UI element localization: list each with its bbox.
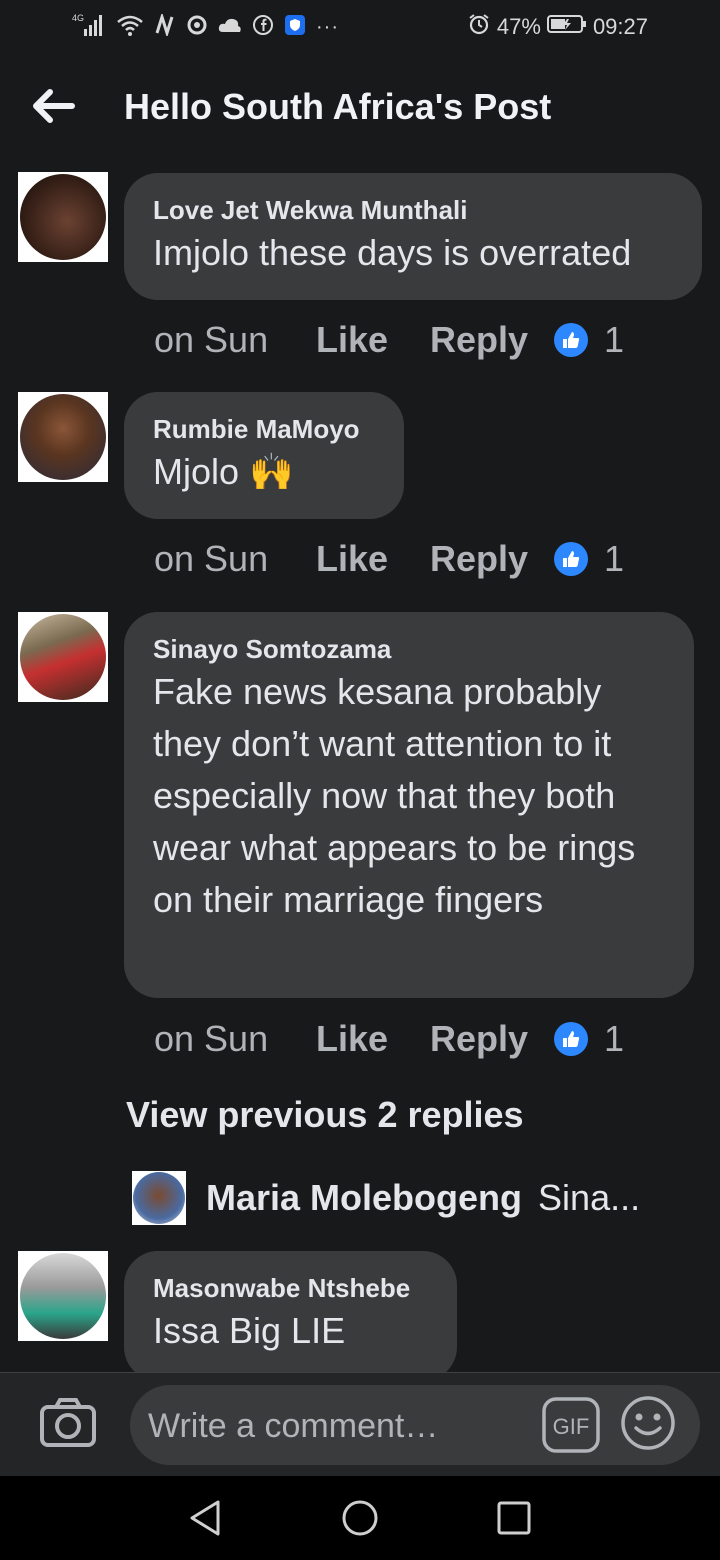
reaction-count[interactable]: 1 <box>604 319 624 361</box>
shield-app-icon <box>284 14 306 41</box>
comment-text: Fake news kesana probably they don’t wan… <box>153 671 646 920</box>
signal-icon: 4G <box>72 12 106 43</box>
thumbs-up-icon[interactable] <box>554 1022 588 1056</box>
camera-icon <box>38 1398 98 1453</box>
like-button[interactable]: Like <box>316 1018 430 1060</box>
battery-percent: 47% <box>496 14 541 39</box>
avatar[interactable] <box>18 392 108 482</box>
wifi-icon <box>116 13 144 42</box>
comment-author[interactable]: Rumbie MaMoyo <box>153 412 374 446</box>
emoji-button[interactable] <box>620 1395 676 1451</box>
svg-text:4G: 4G <box>72 13 84 23</box>
status-bar: 4G ··· 47% 09:27 <box>0 0 720 56</box>
battery-icon <box>546 13 587 41</box>
status-left: 4G ··· <box>72 11 339 43</box>
thumbs-up-icon[interactable] <box>554 323 588 357</box>
system-navigation-bar <box>0 1476 720 1560</box>
comment-input[interactable] <box>146 1403 530 1449</box>
avatar[interactable] <box>18 612 108 702</box>
thumbs-up-icon[interactable] <box>554 542 588 576</box>
reply-author[interactable]: Maria Molebogeng <box>206 1177 522 1219</box>
gif-button[interactable]: GIF <box>542 1397 600 1453</box>
emoji-icon <box>621 1396 675 1450</box>
comment-text: Mjolo 🙌 <box>153 451 294 492</box>
clock-time: 09:27 <box>592 14 648 39</box>
comment-composer: GIF <box>0 1372 720 1477</box>
reply-preview[interactable]: Maria Molebogeng Sina... <box>132 1170 640 1226</box>
arrow-left-icon <box>30 89 78 130</box>
view-previous-replies[interactable]: View previous 2 replies <box>126 1094 524 1136</box>
reply-snippet: Sina... <box>538 1177 641 1218</box>
triangle-back-icon <box>190 1500 220 1536</box>
facebook-icon <box>252 14 274 41</box>
comment-author[interactable]: Masonwabe Ntshebe <box>153 1271 427 1305</box>
more-notifications: ··· <box>316 16 339 38</box>
square-recents-icon <box>497 1501 531 1535</box>
back-button[interactable] <box>30 86 78 126</box>
comment-time[interactable]: on Sun <box>154 319 316 361</box>
alarm-icon <box>467 12 491 42</box>
gif-icon: GIF <box>542 1397 600 1453</box>
reply-button[interactable]: Reply <box>430 319 554 361</box>
nav-recents-button[interactable] <box>494 1498 534 1538</box>
status-right: 47% 09:27 <box>467 12 648 42</box>
like-button[interactable]: Like <box>316 319 430 361</box>
avatar[interactable] <box>132 1171 186 1225</box>
sync-icon <box>186 14 208 41</box>
reaction-count[interactable]: 1 <box>604 1018 624 1060</box>
comment-author[interactable]: Love Jet Wekwa Munthali <box>153 193 672 227</box>
comment-actions: on Sun Like Reply 1 <box>154 537 624 581</box>
comment-input-container: GIF <box>130 1385 700 1465</box>
comment-bubble[interactable]: Sinayo Somtozama Fake news kesana probab… <box>124 612 694 998</box>
circle-home-icon <box>342 1500 378 1536</box>
reaction-count[interactable]: 1 <box>604 538 624 580</box>
comment-actions: on Sun Like Reply 1 <box>154 318 624 362</box>
comment-time[interactable]: on Sun <box>154 1018 316 1060</box>
avatar[interactable] <box>18 1251 108 1341</box>
avatar[interactable] <box>18 172 108 262</box>
nav-home-button[interactable] <box>340 1498 380 1538</box>
page-title: Hello South Africa's Post <box>124 86 552 127</box>
cloud-icon <box>218 16 242 39</box>
comment-text: Issa Big LIE <box>153 1310 346 1351</box>
comment-bubble[interactable]: Masonwabe Ntshebe Issa Big LIE <box>124 1251 457 1381</box>
svg-text:GIF: GIF <box>553 1414 590 1439</box>
comment-author[interactable]: Sinayo Somtozama <box>153 632 664 666</box>
nfc-icon <box>154 11 176 41</box>
comment-actions: on Sun Like Reply 1 <box>154 1017 624 1061</box>
comment-bubble[interactable]: Rumbie MaMoyo Mjolo 🙌 <box>124 392 404 519</box>
reply-button[interactable]: Reply <box>430 538 554 580</box>
like-button[interactable]: Like <box>316 538 430 580</box>
camera-button[interactable] <box>38 1397 98 1449</box>
reply-button[interactable]: Reply <box>430 1018 554 1060</box>
comment-bubble[interactable]: Love Jet Wekwa Munthali Imjolo these day… <box>124 173 702 300</box>
nav-back-button[interactable] <box>186 1498 226 1538</box>
comment-text: Imjolo these days is overrated <box>153 232 632 273</box>
comment-time[interactable]: on Sun <box>154 538 316 580</box>
app-header: Hello South Africa's Post <box>0 64 720 154</box>
